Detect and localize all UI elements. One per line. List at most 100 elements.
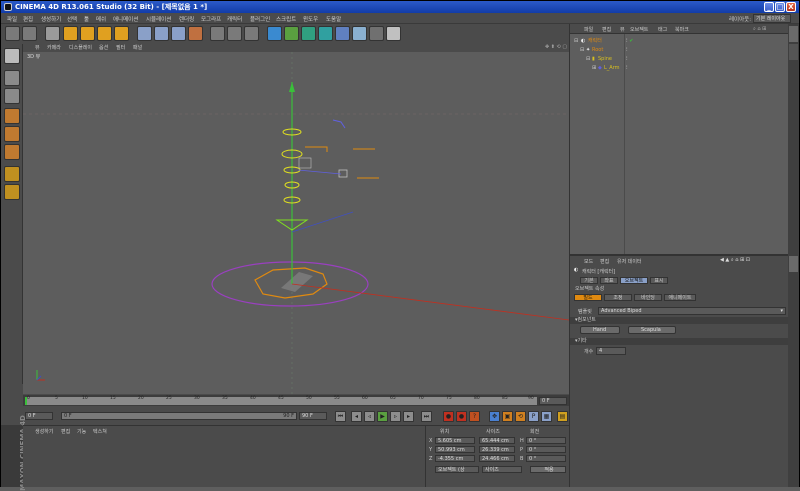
points-mode-icon[interactable] bbox=[4, 108, 20, 124]
y-axis-icon[interactable] bbox=[154, 26, 169, 41]
object-name[interactable]: Spine bbox=[598, 55, 612, 63]
size-x-input[interactable]: 65.444 cm bbox=[479, 437, 515, 444]
layout-select[interactable]: 기본 레이아웃 bbox=[753, 14, 791, 23]
tab-binding[interactable]: 바인딩 bbox=[634, 294, 662, 301]
hand-controller[interactable] bbox=[338, 169, 348, 178]
rotation-h-input[interactable]: 0 ° bbox=[526, 437, 566, 444]
attmgr-nav-icons[interactable]: ◀ ▲ ⌕ ⌂ ⊞ ⊡ bbox=[720, 257, 750, 263]
apply-button[interactable]: 적용 bbox=[530, 466, 566, 473]
menu-script[interactable]: 스크립트 bbox=[276, 15, 296, 23]
texture-mode-icon[interactable] bbox=[4, 88, 20, 104]
move-icon[interactable] bbox=[63, 26, 78, 41]
attmgr-menu-mode[interactable]: 모드 bbox=[584, 258, 593, 265]
redo-icon[interactable] bbox=[22, 26, 37, 41]
array-icon[interactable] bbox=[318, 26, 333, 41]
menu-simulation[interactable]: 시뮬레이션 bbox=[146, 15, 171, 23]
spline-icon[interactable] bbox=[284, 26, 299, 41]
position-y-input[interactable]: 50.993 cm bbox=[435, 446, 475, 453]
material-menu-edit[interactable]: 편집 bbox=[61, 428, 70, 435]
rotation-p-input[interactable]: 0 ° bbox=[526, 446, 566, 453]
menu-render[interactable]: 렌더링 bbox=[179, 15, 194, 23]
object-name[interactable]: 캐릭터 bbox=[588, 37, 602, 45]
template-select[interactable]: Advanced Biped ▾ bbox=[598, 307, 786, 315]
menu-mograph[interactable]: 모그라프 bbox=[201, 15, 221, 23]
hand-button[interactable]: Hand bbox=[580, 326, 620, 334]
objmgr-menu-file[interactable]: 파일 bbox=[584, 26, 593, 33]
coord-mode-select[interactable]: 오브젝트 (상 bbox=[435, 466, 479, 473]
scale-icon[interactable] bbox=[80, 26, 95, 41]
axis-mode-icon[interactable] bbox=[4, 166, 20, 182]
minimize-button[interactable]: _ bbox=[764, 2, 774, 12]
objmgr-menu-tags[interactable]: 태그 bbox=[658, 26, 667, 33]
shoulder-box[interactable] bbox=[298, 157, 312, 169]
key-scale-icon[interactable]: ▣ bbox=[502, 411, 513, 422]
attributes-tab[interactable] bbox=[789, 256, 798, 272]
scapula-button[interactable]: Scapula bbox=[628, 326, 676, 334]
object-row[interactable]: ⊟ ▮ Spine ⁝ bbox=[570, 55, 789, 63]
size-z-input[interactable]: 24.466 cm bbox=[479, 455, 515, 462]
y-axis-arrow[interactable] bbox=[289, 82, 295, 92]
goto-end-icon[interactable]: ⏭ bbox=[421, 411, 432, 422]
cube-icon[interactable] bbox=[267, 26, 282, 41]
close-button[interactable]: X bbox=[786, 2, 796, 12]
maximize-button[interactable]: □ bbox=[775, 2, 785, 12]
menu-window[interactable]: 윈도우 bbox=[303, 15, 318, 23]
autokey-icon[interactable]: ● bbox=[456, 411, 467, 422]
make-editable-icon[interactable] bbox=[4, 48, 20, 64]
material-manager[interactable]: 생성하기 편집 기능 텍스쳐 bbox=[23, 425, 425, 487]
z-axis-icon[interactable] bbox=[171, 26, 186, 41]
components-section[interactable]: ▾컴포넌트 bbox=[570, 317, 789, 324]
end-frame-field[interactable]: 90 F bbox=[299, 412, 327, 420]
column-divider[interactable] bbox=[624, 34, 625, 254]
deformer-icon[interactable] bbox=[335, 26, 350, 41]
material-menu-create[interactable]: 생성하기 bbox=[35, 428, 53, 435]
expand-icon[interactable]: ⊟ bbox=[580, 46, 584, 54]
expand-icon[interactable]: ⊞ bbox=[592, 64, 596, 72]
key-rotation-icon[interactable]: ⟲ bbox=[515, 411, 526, 422]
tab-display[interactable]: 표시 bbox=[650, 277, 668, 284]
undo-icon[interactable] bbox=[5, 26, 20, 41]
tab-basic[interactable]: 기본 bbox=[580, 277, 598, 284]
render-picture-viewer-icon[interactable] bbox=[227, 26, 242, 41]
nurbs-icon[interactable] bbox=[301, 26, 316, 41]
object-row[interactable]: ⊞ ◆ L_Arm ⁝ bbox=[570, 64, 789, 72]
object-row[interactable]: ⊟ ✦ Root ⁝ bbox=[570, 46, 789, 54]
visibility-dots[interactable]: ⁝ bbox=[626, 46, 628, 54]
coordinate-system-icon[interactable] bbox=[188, 26, 203, 41]
objmgr-menu-objects[interactable]: 오브젝트 bbox=[630, 26, 648, 33]
object-list[interactable]: ⊟ ◐ 캐릭터 ⁝ ✔ ⊟ ✦ Root ⁝ ⊟ ▮ Spine ⁝ ⊞ ◆ L… bbox=[570, 34, 789, 254]
next-frame-icon[interactable]: ▹ bbox=[390, 411, 401, 422]
timeline-window-icon[interactable]: ▤ bbox=[557, 411, 568, 422]
expand-icon[interactable]: ⊟ bbox=[574, 37, 578, 45]
count-input[interactable]: 4 bbox=[596, 347, 626, 355]
edges-mode-icon[interactable] bbox=[4, 126, 20, 142]
play-icon[interactable]: ▶ bbox=[377, 411, 388, 422]
x-axis-icon[interactable] bbox=[137, 26, 152, 41]
attmgr-menu-edit[interactable]: 편집 bbox=[600, 258, 609, 265]
other-section[interactable]: ▾기타 bbox=[570, 338, 789, 345]
tab-build[interactable]: 빌드 bbox=[574, 294, 602, 301]
content-browser-tab[interactable] bbox=[789, 44, 798, 60]
menu-mesh[interactable]: 메쉬 bbox=[96, 15, 106, 23]
select-arrow-icon[interactable] bbox=[45, 26, 60, 41]
objmgr-menu-view[interactable]: 뷰 bbox=[620, 26, 625, 33]
render-settings-icon[interactable] bbox=[244, 26, 259, 41]
menu-edit[interactable]: 편집 bbox=[23, 15, 33, 23]
objmgr-search-icon[interactable]: ⌕ ⌂ ⊞ bbox=[753, 26, 766, 32]
menu-create[interactable]: 생성하기 bbox=[41, 15, 61, 23]
preview-range-slider[interactable]: 0 F 90 F bbox=[61, 412, 297, 420]
key-parameter-icon[interactable]: P bbox=[528, 411, 539, 422]
rotate-icon[interactable] bbox=[97, 26, 112, 41]
objmgr-menu-bookmarks[interactable]: 북마크 bbox=[675, 26, 689, 33]
key-position-icon[interactable]: ✥ bbox=[489, 411, 500, 422]
keyframe-selection-icon[interactable]: ? bbox=[469, 411, 480, 422]
expand-icon[interactable]: ⊟ bbox=[586, 55, 590, 63]
viewport-menu-options[interactable]: 옵션 bbox=[99, 44, 108, 51]
position-x-input[interactable]: 5.605 cm bbox=[435, 437, 475, 444]
tab-object[interactable]: 오브젝트 bbox=[620, 277, 648, 284]
material-menu-texture[interactable]: 텍스쳐 bbox=[93, 428, 107, 435]
rotation-b-input[interactable]: 0 ° bbox=[526, 455, 566, 462]
visibility-dots[interactable]: ⁝ ✔ bbox=[626, 37, 633, 45]
coord-size-mode-select[interactable]: 사이즈 bbox=[482, 466, 522, 473]
tab-animate[interactable]: 애니메이트 bbox=[664, 294, 696, 301]
